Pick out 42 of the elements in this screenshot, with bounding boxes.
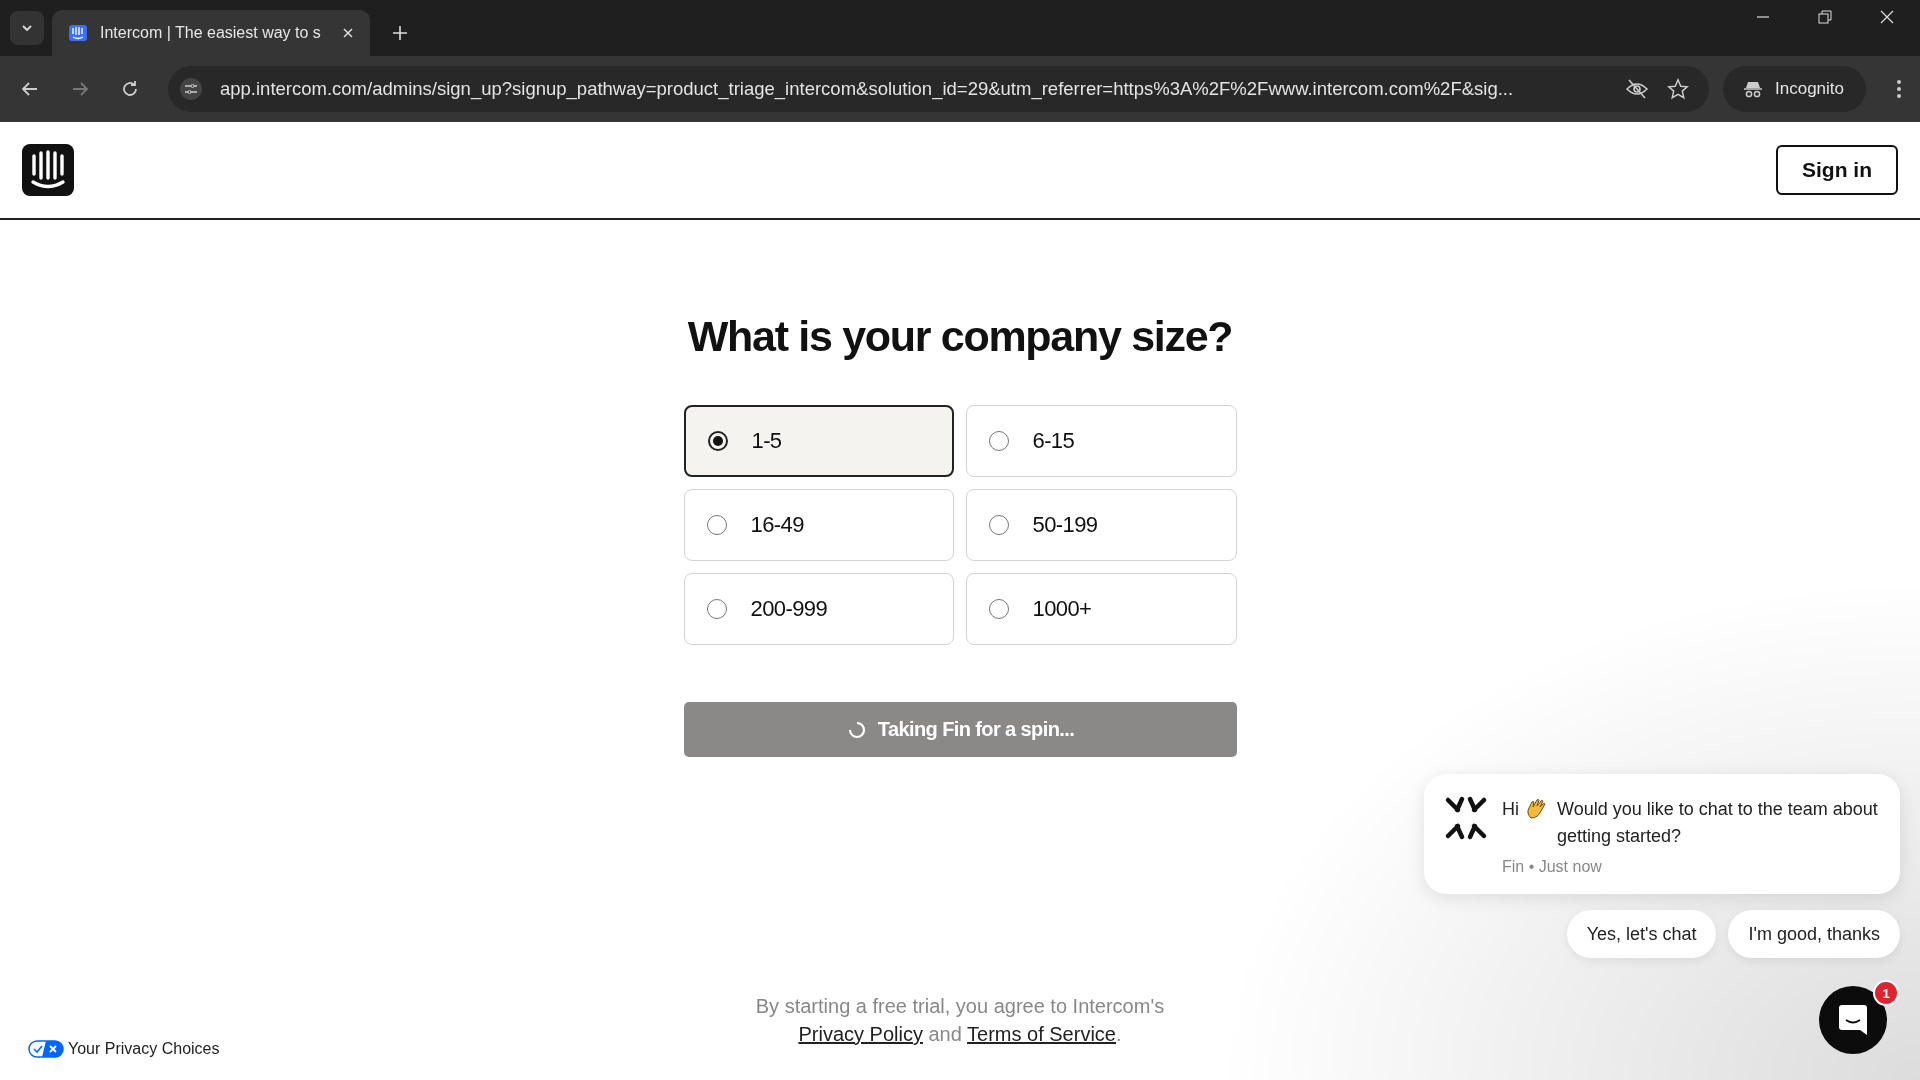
privacy-policy-link[interactable]: Privacy Policy (798, 1023, 923, 1045)
waving-hand-icon (1525, 798, 1547, 820)
size-option[interactable]: 50-199 (965, 489, 1237, 561)
star-icon[interactable] (1667, 78, 1689, 100)
quick-reply-button[interactable]: Yes, let's chat (1566, 910, 1717, 958)
tab-search-button[interactable] (10, 11, 44, 45)
size-option[interactable]: 6-15 (965, 405, 1237, 477)
size-option[interactable]: 1000+ (965, 573, 1237, 645)
incognito-icon (1743, 80, 1763, 98)
quick-reply-button[interactable]: I'm good, thanks (1728, 910, 1900, 958)
browser-tab[interactable]: Intercom | The easiest way to s (52, 10, 370, 56)
intercom-logo-icon (68, 24, 88, 42)
reload-icon[interactable] (120, 79, 140, 99)
incognito-button[interactable]: Incognito (1723, 66, 1866, 112)
menu-icon[interactable] (1896, 79, 1902, 99)
privacy-choices-link[interactable]: Your Privacy Choices (68, 1040, 220, 1058)
size-option[interactable]: 16-49 (683, 489, 954, 561)
new-tab-icon[interactable] (392, 25, 408, 41)
size-option[interactable]: 1-5 (683, 405, 954, 477)
address-bar[interactable]: app.intercom.com/admins/sign_up?signup_pathway=product_triage_intercom&solution_id=29&utm_referrer=https%3A%2F%2Fwww.intercom.com%2F&sig... (168, 66, 1709, 112)
close-icon[interactable] (342, 27, 354, 39)
message-meta: Fin • Just now (1502, 858, 1603, 876)
tab-title: Intercom | The easiest way to s (100, 24, 322, 42)
submit-button[interactable]: Taking Fin for a spin... (683, 702, 1237, 757)
privacy-toggle-icon (28, 1040, 64, 1058)
sign-in-button[interactable]: Sign in (1776, 145, 1898, 195)
terms-notice: By starting a free trial, you agree to Intercom's Privacy Policy and Terms of Service. (755, 994, 1165, 1047)
size-option[interactable]: 200-999 (683, 573, 954, 645)
question-heading: What is your company size? (687, 312, 1233, 361)
restore-icon[interactable] (1818, 10, 1832, 24)
close-icon[interactable] (1880, 10, 1894, 24)
eye-slash-icon[interactable] (1625, 77, 1649, 101)
radio-button[interactable] (707, 431, 728, 451)
site-settings-icon[interactable] (180, 78, 202, 100)
greeting-text: Hi (1502, 798, 1519, 821)
chat-message-card[interactable]: Hi Would you like to chat to the team about getting started? Fin • Just now (1424, 774, 1900, 894)
fin-logo-icon (1444, 796, 1488, 840)
terms-of-service-link[interactable]: Terms of Service (967, 1023, 1116, 1045)
chat-message: Would you like to chat to the team about getting started? (1557, 798, 1878, 848)
intercom-logo-icon[interactable] (22, 144, 74, 196)
chat-bubble-icon (1837, 1003, 1869, 1037)
unread-badge: 1 (1873, 980, 1899, 1006)
